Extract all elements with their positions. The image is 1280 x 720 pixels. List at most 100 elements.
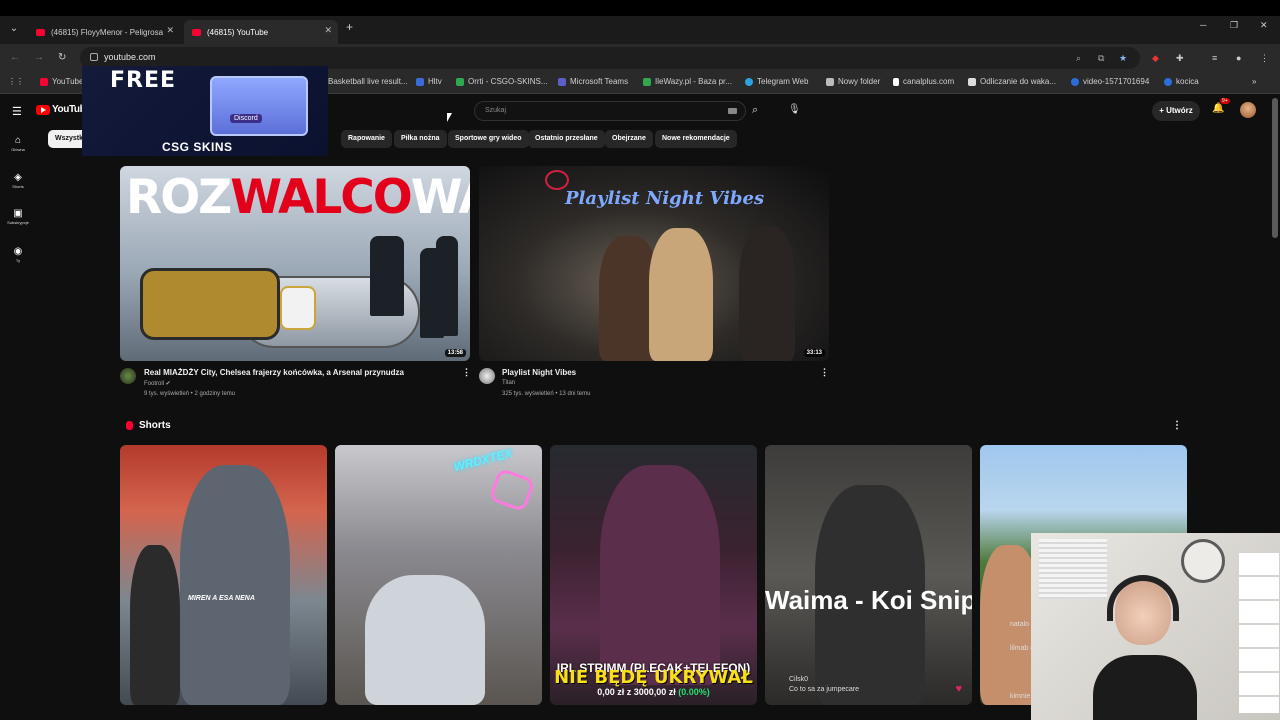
channel-name[interactable]: Footroll ✔ <box>144 380 171 387</box>
back-icon[interactable]: ← <box>10 52 20 63</box>
short-card[interactable]: Waima - Koi Snippet Cilsk0 Co to sa za j… <box>765 445 972 705</box>
reload-icon[interactable]: ↻ <box>58 52 66 63</box>
chip-football[interactable]: Piłka nożna <box>394 130 447 148</box>
create-button[interactable]: + Utwórz <box>1152 101 1200 121</box>
short-card[interactable]: WRDXTEX <box>335 445 542 705</box>
zoom-icon[interactable]: ⌕ <box>1076 53 1081 64</box>
site-info-icon[interactable] <box>90 53 98 61</box>
extension-icon[interactable]: ◆ <box>1152 53 1159 64</box>
chat-message: kimnie <box>1010 693 1031 700</box>
video-title[interactable]: Playlist Night Vibes <box>502 368 576 377</box>
bookmark-canalplus[interactable]: canalplus.com <box>893 77 954 86</box>
short-caption: MIREN A ESA NENA <box>188 595 255 602</box>
browser-tab-active[interactable]: (46815) YouTube ✕ <box>184 20 338 44</box>
chip-watched[interactable]: Obejrzane <box>605 130 653 148</box>
channel-name[interactable]: Titan <box>502 380 515 386</box>
overlay-box-label: Discord <box>230 114 262 123</box>
bookmark-youtube[interactable]: YouTube <box>40 77 83 86</box>
notification-badge: 9+ <box>1220 98 1230 104</box>
shelf <box>1239 553 1279 713</box>
notifications-bell-icon[interactable]: 🔔 <box>1212 103 1224 114</box>
install-app-icon[interactable]: ⧉ <box>1098 53 1104 64</box>
chat-message: Co to sa za jumpecare <box>789 686 860 693</box>
video-thumbnail[interactable]: Playlist Night Vibes 33:13 <box>479 166 829 361</box>
chip-recently-uploaded[interactable]: Ostatnio przesłane <box>528 130 605 148</box>
bookmark-folder[interactable]: Nowy folder <box>826 77 880 86</box>
short-card[interactable]: IRL STRIMM (PLECAK+TELEFON) NIE BĘDĘ UKR… <box>550 445 757 705</box>
short-caption: Waima - Koi Snippet <box>765 585 972 615</box>
streamer <box>1093 573 1197 720</box>
profile-icon[interactable]: ● <box>1236 53 1241 63</box>
nav-you[interactable]: ◉ Ty <box>0 246 36 263</box>
restore-icon[interactable]: ❐ <box>1230 20 1238 31</box>
you-icon: ◉ <box>13 246 23 257</box>
close-tab-icon[interactable]: ✕ <box>324 25 332 36</box>
minimize-icon[interactable]: ─ <box>1200 20 1206 30</box>
video-duration: 13:58 <box>444 349 466 357</box>
thumbnail-figure <box>370 236 404 316</box>
short-person <box>130 545 180 705</box>
webcam-overlay <box>1031 533 1280 720</box>
streamer-body <box>1093 655 1197 720</box>
bookmark-ilewazy[interactable]: IleWazy.pl - Baza pr... <box>643 77 732 86</box>
tab-media-icon[interactable]: ≡ <box>1212 53 1217 63</box>
bookmark-teams[interactable]: Microsoft Teams <box>558 77 628 86</box>
menu-icon[interactable]: ⋮ <box>1260 53 1269 64</box>
tab-search-icon[interactable]: ⌄ <box>6 23 22 37</box>
chip-sports-games[interactable]: Sportowe gry wideo <box>448 130 529 148</box>
page-scrollbar[interactable] <box>1272 98 1278 238</box>
neon-star-icon <box>488 467 536 513</box>
hamburger-menu-icon[interactable]: ☰ <box>12 105 22 118</box>
keyboard-icon[interactable] <box>728 108 737 114</box>
bookmark-star-icon[interactable]: ★ <box>1119 53 1127 64</box>
thumbnail-person <box>739 226 795 361</box>
bookmark-hltv[interactable]: Hltv <box>416 77 442 86</box>
rose-icon <box>545 170 569 190</box>
youtube-favicon-icon <box>192 28 201 36</box>
chip-rap[interactable]: Rapowanie <box>341 130 392 148</box>
thumbnail-title-text: ROZWALCOWANI <box>126 170 470 225</box>
donation-goal: 0,00 zł z 3000,00 zł (0.00%) <box>597 687 710 697</box>
avatar[interactable] <box>1240 102 1256 118</box>
bookmark-telegram[interactable]: Telegram Web <box>745 77 808 86</box>
mouse-cursor-icon <box>447 113 452 122</box>
search-input[interactable]: Szukaj <box>474 101 746 121</box>
close-window-icon[interactable]: ✕ <box>1260 20 1268 31</box>
forward-icon[interactable]: → <box>34 52 44 63</box>
channel-avatar[interactable] <box>120 368 136 384</box>
nav-subscriptions[interactable]: ▣ Subskrypcje <box>0 208 36 225</box>
bookmark-csgo-skins[interactable]: Orrti - CSGO-SKINS... <box>456 77 548 86</box>
headphones-icon <box>1107 575 1179 621</box>
channel-avatar[interactable] <box>479 368 495 384</box>
subscriptions-icon: ▣ <box>13 208 23 219</box>
extensions-puzzle-icon[interactable]: ✚ <box>1176 53 1184 64</box>
more-options-icon[interactable]: ⋮ <box>462 367 471 378</box>
shorts-more-icon[interactable]: ⋮ <box>1172 420 1182 431</box>
overlay-free-text: FREE <box>110 68 177 93</box>
short-card[interactable]: MIREN A ESA NENA <box>120 445 327 705</box>
close-tab-icon[interactable]: ✕ <box>166 25 174 36</box>
apps-icon[interactable]: ⋮⋮ <box>8 77 24 86</box>
more-bookmarks-icon[interactable]: » <box>1252 77 1256 86</box>
bookmark-odliczanie[interactable]: Odliczanie do waka... <box>968 77 1056 86</box>
tab-title: (46815) FloyyMenor - Peligrosa <box>51 27 164 37</box>
shorts-logo-icon <box>126 421 133 430</box>
youtube-favicon-icon <box>36 28 45 36</box>
video-title[interactable]: Real MIAŻDŻY City, Chelsea frajerzy końc… <box>144 368 404 377</box>
search-icon[interactable]: ⌕ <box>752 104 758 117</box>
bookmark-video[interactable]: video-1571701694 <box>1071 77 1149 86</box>
bookmark-kocica[interactable]: kocica <box>1164 77 1199 86</box>
video-thumbnail[interactable]: ROZWALCOWANI 13:58 <box>120 166 470 361</box>
browser-tab[interactable]: (46815) FloyyMenor - Peligrosa ✕ <box>28 20 180 44</box>
microphone-icon[interactable]: 🎙 <box>788 104 801 115</box>
thumbnail-figure <box>436 236 458 336</box>
chat-user: Cilsk0 <box>789 676 809 683</box>
chip-new-recommendations[interactable]: Nowe rekomendacje <box>655 130 737 148</box>
more-options-icon[interactable]: ⋮ <box>820 367 829 378</box>
new-tab-icon[interactable]: + <box>346 20 353 34</box>
bookmark-basketball[interactable]: Basketball live result... <box>328 77 408 86</box>
nav-shorts[interactable]: ◈ Shorts <box>0 172 36 189</box>
short-person <box>600 465 720 685</box>
video-stats: 325 tys. wyświetleń • 13 dni temu <box>502 391 591 397</box>
nav-home[interactable]: ⌂ Główna <box>0 135 36 152</box>
